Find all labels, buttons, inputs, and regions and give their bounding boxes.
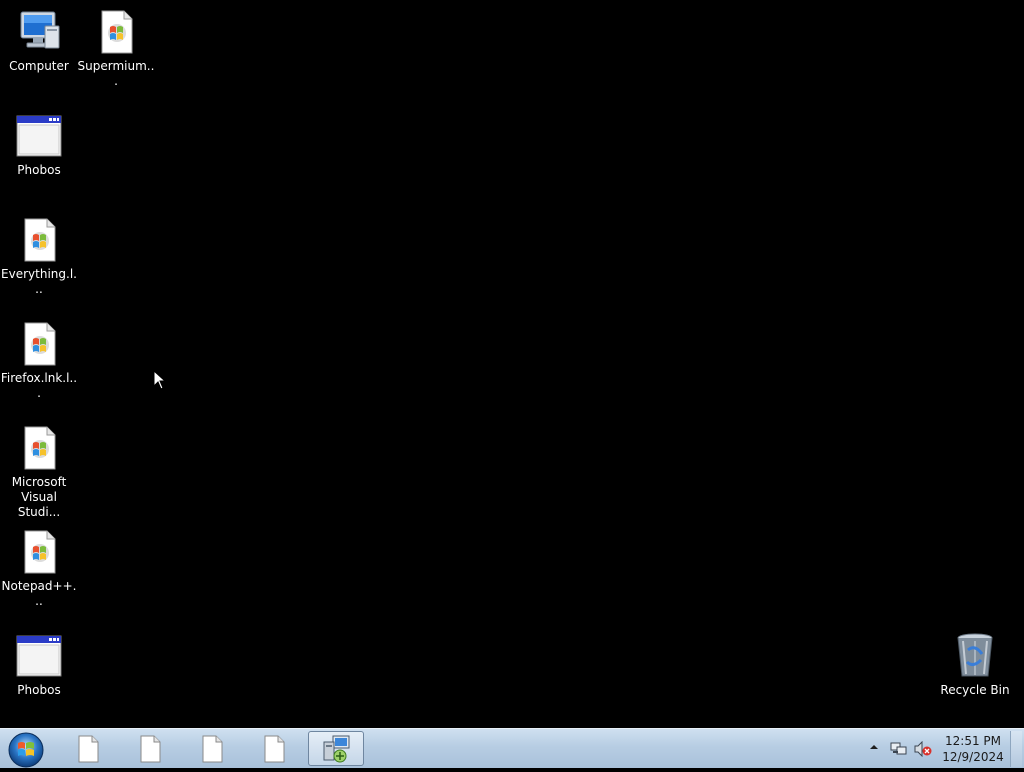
desktop-icon-visual-studio[interactable]: Microsoft Visual Studi... <box>0 424 78 520</box>
desktop-icon-label: Phobos <box>17 163 61 177</box>
taskbar-button-remote-desktop[interactable] <box>308 731 364 766</box>
desktop-icon-label: Supermium... <box>77 59 155 88</box>
remote-desktop-connection-icon <box>323 735 350 762</box>
show-hidden-icons-chevron-icon[interactable] <box>868 741 880 753</box>
desktop-icon-computer[interactable]: Computer <box>0 8 78 74</box>
generic-program-file-icon <box>92 8 140 56</box>
desktop[interactable]: Computer Supermium... Phobos Everything.… <box>0 0 1024 728</box>
desktop-icon-supermium[interactable]: Supermium... <box>77 8 155 89</box>
blank-document-icon <box>264 735 285 762</box>
taskbar: 12:51 PM 12/9/2024 <box>0 728 1024 768</box>
mouse-cursor-icon <box>153 369 167 390</box>
generic-program-file-icon <box>15 424 63 472</box>
desktop-icon-label: Computer <box>9 59 69 73</box>
clock-date: 12/9/2024 <box>942 750 1004 764</box>
application-window-icon <box>15 112 63 160</box>
desktop-icon-phobos[interactable]: Phobos <box>0 632 78 698</box>
system-clock[interactable]: 12:51 PM 12/9/2024 <box>940 733 1006 765</box>
desktop-icon-firefox[interactable]: Firefox.lnk.l... <box>0 320 78 401</box>
show-desktop-button[interactable] <box>1010 731 1022 767</box>
blank-document-icon <box>202 735 223 762</box>
volume-muted-icon[interactable] <box>914 740 932 758</box>
taskbar-button-document-1[interactable] <box>60 731 116 766</box>
desktop-icon-label: Everything.l... <box>1 267 77 296</box>
start-button[interactable] <box>6 730 46 768</box>
taskbar-button-document-3[interactable] <box>184 731 240 766</box>
desktop-icon-label: Phobos <box>17 683 61 697</box>
generic-program-file-icon <box>15 320 63 368</box>
desktop-icon-recycle-bin[interactable]: Recycle Bin <box>936 632 1014 698</box>
desktop-icon-everything[interactable]: Everything.l... <box>0 216 78 297</box>
desktop-icon-label: Notepad++... <box>1 579 77 608</box>
taskbar-button-document-4[interactable] <box>246 731 302 766</box>
desktop-icon-notepad-plus-plus[interactable]: Notepad++... <box>0 528 78 609</box>
clock-time: 12:51 PM <box>945 734 1001 748</box>
desktop-icon-label: Recycle Bin <box>940 683 1010 697</box>
generic-program-file-icon <box>15 216 63 264</box>
desktop-icon-label: Firefox.lnk.l... <box>0 371 78 400</box>
blank-document-icon <box>140 735 161 762</box>
windows-orb-icon <box>8 732 44 768</box>
computer-icon <box>15 8 63 56</box>
network-icon[interactable] <box>890 741 908 757</box>
desktop-icon-label: Microsoft Visual Studi... <box>11 475 67 519</box>
generic-program-file-icon <box>15 528 63 576</box>
recycle-bin-icon <box>951 632 999 680</box>
application-window-icon <box>15 632 63 680</box>
desktop-icon-phobos[interactable]: Phobos <box>0 112 78 178</box>
taskbar-button-document-2[interactable] <box>122 731 178 766</box>
blank-document-icon <box>78 735 99 762</box>
